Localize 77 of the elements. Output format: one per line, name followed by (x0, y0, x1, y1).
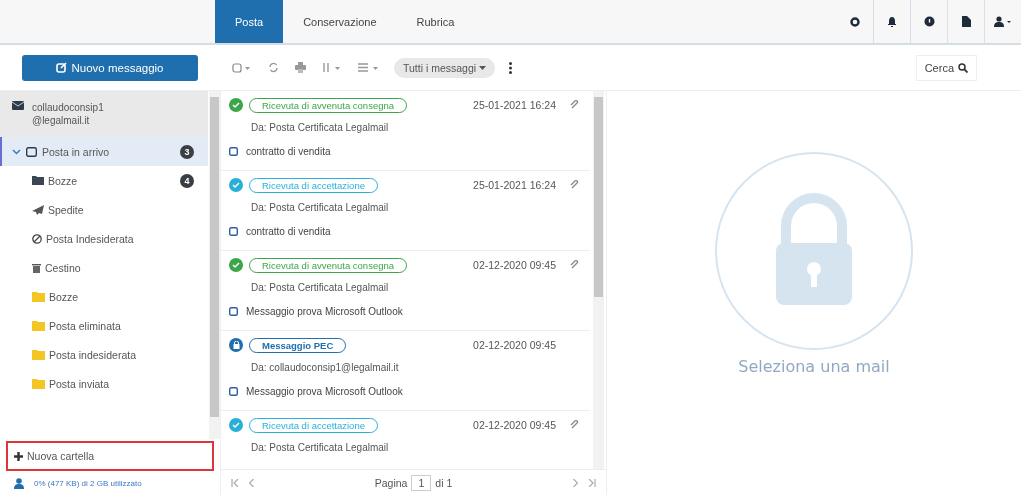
message-subject: contratto di vendita (246, 146, 331, 157)
message-item[interactable]: Ricevuta di avvenuta consegna 02-12-2020 09:45 Da: Posta Certificata Legalmail Messaggio prova Microsoft Outlook (221, 251, 590, 331)
account-name: collaudoconsip1 @legalmail.it (32, 101, 104, 127)
storage-usage-text: 0% (477 KB) di 2 GB utilizzato (34, 478, 142, 488)
settings-icon (849, 16, 860, 27)
trash-icon (32, 262, 41, 273)
filter-dropdown[interactable]: Tutti i messaggi (394, 57, 496, 78)
folder-item[interactable]: Posta inviata (0, 369, 208, 398)
inbox-icon (26, 146, 37, 157)
folder-item[interactable]: Posta in arrivo 3 (0, 137, 208, 166)
user-icon (994, 16, 1012, 27)
folder-item[interactable]: Posta Indesiderata (0, 224, 208, 253)
message-date: 02-12-2020 09:45 (473, 419, 556, 431)
checkbox-icon (229, 227, 238, 236)
message-sender: Da: collaudoconsip1@legalmail.it (250, 361, 400, 375)
nav-tab[interactable]: Rubrica (396, 0, 475, 43)
search-button[interactable]: Cerca (915, 54, 977, 81)
empty-preview-text: Seleziona una mail (738, 357, 890, 376)
message-date: 02-12-2020 09:45 (473, 339, 556, 351)
checkbox-icon (229, 387, 238, 396)
bell-icon (887, 16, 897, 27)
more-options-button[interactable] (507, 59, 515, 76)
page-label: Pagina (374, 476, 408, 489)
message-sender: Da: Posta Certificata Legalmail (250, 441, 390, 455)
last-page-icon[interactable] (588, 478, 596, 487)
nav-tab[interactable]: Posta (215, 0, 284, 43)
folder-item[interactable]: Posta eliminata (0, 311, 208, 340)
caret-icon (479, 65, 487, 70)
refresh-button[interactable] (266, 60, 281, 75)
page-input[interactable]: 1 (411, 474, 432, 491)
previous-page-icon[interactable] (249, 478, 254, 487)
folder-icon (32, 176, 44, 185)
plus-icon (14, 451, 23, 461)
message-item[interactable]: Messaggio PEC 02-12-2020 09:45 Da: collaudoconsip1@legalmail.it Messaggio prova Microsoft Outlook (221, 331, 590, 411)
search-icon (958, 62, 968, 73)
message-item[interactable]: Ricevuta di avvenuta consegna 25-01-2021 16:24 Da: Posta Certificata Legalmail contratto di vendita (221, 91, 590, 171)
message-sender: Da: Posta Certificata Legalmail (250, 201, 390, 215)
first-page-icon[interactable] (231, 478, 239, 487)
scrollbar-thumb[interactable] (594, 97, 603, 297)
folder-item[interactable]: Posta indesiderata (0, 340, 208, 369)
paper-plane-icon (32, 204, 44, 215)
count-badge: 4 (180, 173, 194, 188)
scrollbar-thumb[interactable] (210, 97, 219, 417)
edit-icon (56, 62, 68, 73)
message-sender: Da: Posta Certificata Legalmail (250, 121, 390, 135)
message-subject: Messaggio prova Microsoft Outlook (246, 386, 403, 397)
message-date: 02-12-2020 09:45 (473, 259, 556, 271)
folder-item[interactable]: Bozze (0, 282, 208, 311)
account-header[interactable]: collaudoconsip1 @legalmail.it (0, 91, 208, 137)
checkbox-icon (229, 147, 238, 156)
message-item[interactable]: Ricevuta di accettazione 25-01-2021 16:24 Da: Posta Certificata Legalmail contratto di vendita (221, 171, 590, 251)
envelope-icon (12, 101, 24, 110)
folder-item[interactable]: Cestino (0, 253, 208, 282)
folder-icon (32, 320, 45, 331)
message-sender: Da: Posta Certificata Legalmail (250, 281, 390, 295)
nav-tab[interactable]: Conservazione (283, 0, 397, 43)
message-date: 25-01-2021 16:24 (473, 99, 556, 111)
checkbox-icon (229, 307, 238, 316)
folder-item[interactable]: Spedite (0, 195, 208, 224)
next-page-icon[interactable] (573, 478, 578, 487)
folder-icon (32, 378, 45, 389)
message-item[interactable]: Ricevuta di accettazione 02-12-2020 09:45 Da: Posta Certificata Legalmail (221, 411, 590, 469)
message-subject: Messaggio prova Microsoft Outlook (246, 306, 403, 317)
count-badge: 3 (180, 144, 194, 159)
new-folder-button[interactable]: Nuova cartella (6, 441, 214, 471)
folder-icon (32, 291, 45, 302)
user-icon (14, 477, 24, 489)
folder-item[interactable]: Bozze 4 (0, 166, 208, 195)
message-subject: contratto di vendita (246, 226, 331, 237)
message-date: 25-01-2021 16:24 (473, 179, 556, 191)
page-total: di 1 (435, 476, 453, 489)
folder-icon (32, 349, 45, 360)
print-button[interactable] (293, 60, 308, 75)
new-message-button[interactable]: Nuovo messaggio (22, 54, 198, 81)
document-icon (961, 16, 971, 27)
blocked-icon (32, 233, 42, 244)
help-icon (923, 16, 935, 27)
